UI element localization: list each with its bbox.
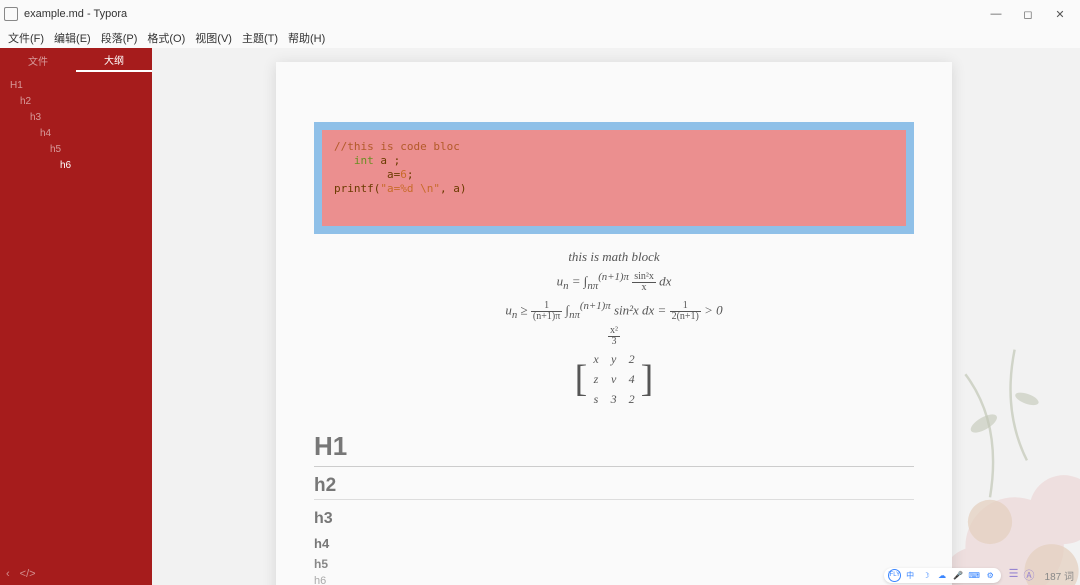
menubar: 文件(F) 编辑(E) 段落(P) 格式(O) 视图(V) 主题(T) 帮助(H… (0, 28, 1080, 48)
moon-icon[interactable]: ☽ (920, 569, 933, 582)
math-matrix: [ xy2 zv4 s32 ] (314, 349, 914, 409)
outline-panel: H1 h2 h3 h4 h5 h6 (0, 72, 152, 180)
ime-toolbar[interactable]: iFLY 中 ☽ ☁ 🎤 ⌨ ⚙ (884, 568, 1001, 583)
code-block[interactable]: //this is code bloc int a ; a=6; printf(… (314, 122, 914, 234)
back-icon[interactable]: ‹ (6, 568, 10, 580)
app-icon (4, 7, 18, 21)
keyboard-icon[interactable]: ⌨ (968, 569, 981, 582)
menu-edit[interactable]: 编辑(E) (50, 28, 95, 48)
titlebar: example.md - Typora — ◻ ✕ (0, 0, 1080, 28)
code-text: printf( (334, 182, 380, 195)
math-line-3: x²3 (314, 326, 914, 347)
editor-area[interactable]: //this is code bloc int a ; a=6; printf(… (152, 48, 1080, 585)
source-mode-icon[interactable]: </> (20, 568, 36, 580)
word-count[interactable]: 187 词 (1045, 568, 1074, 583)
window-title: example.md - Typora (24, 8, 127, 20)
maximize-button[interactable]: ◻ (1012, 0, 1044, 28)
ime-language-icon[interactable]: 中 (904, 569, 917, 582)
heading-h4[interactable]: h4 (314, 536, 914, 551)
code-string: "a=%d \n" (380, 182, 440, 195)
document-page: //this is code bloc int a ; a=6; printf(… (276, 62, 952, 585)
code-keyword: int (354, 154, 374, 167)
close-button[interactable]: ✕ (1044, 0, 1076, 28)
code-text: a ; (374, 154, 401, 167)
heading-h1[interactable]: H1 (314, 431, 914, 467)
outline-item-h2[interactable]: h2 (4, 94, 148, 110)
math-header: this is math block (314, 248, 914, 266)
outline-item-h6[interactable]: h6 (4, 158, 148, 174)
ime-logo-icon[interactable]: iFLY (888, 569, 901, 582)
math-line-2: un ≥ 1(n+1)π ∫nπ(n+1)π sin²x dx = 12(n+1… (314, 297, 914, 324)
code-number: 6 (400, 168, 407, 181)
menu-file[interactable]: 文件(F) (4, 28, 48, 48)
sidebar-tab-outline[interactable]: 大纲 (76, 48, 152, 72)
heading-h6[interactable]: h6 (314, 575, 914, 585)
menu-view[interactable]: 视图(V) (191, 28, 236, 48)
spellcheck-icon[interactable]: Ⓐ (1024, 567, 1035, 583)
math-line-1: un = ∫nπ(n+1)π sin²xx dx (314, 268, 914, 295)
outline-item-h5[interactable]: h5 (4, 142, 148, 158)
code-text: , a) (440, 182, 467, 195)
outline-item-h3[interactable]: h3 (4, 110, 148, 126)
heading-h3[interactable]: h3 (314, 510, 914, 528)
menu-format[interactable]: 格式(O) (143, 28, 189, 48)
menu-help[interactable]: 帮助(H) (284, 28, 329, 48)
sidebar: 文件 大纲 H1 h2 h3 h4 h5 h6 ‹ </> (0, 48, 152, 585)
menu-paragraph[interactable]: 段落(P) (97, 28, 142, 48)
code-text: a= (387, 168, 400, 181)
sidebar-toggle-icon[interactable]: ☰ (1009, 567, 1019, 583)
gear-icon[interactable]: ⚙ (984, 569, 997, 582)
heading-h5[interactable]: h5 (314, 557, 914, 571)
heading-h2[interactable]: h2 (314, 475, 914, 500)
mic-icon[interactable]: 🎤 (952, 569, 965, 582)
code-comment: //this is code bloc (334, 140, 460, 153)
cloud-icon[interactable]: ☁ (936, 569, 949, 582)
math-block[interactable]: this is math block un = ∫nπ(n+1)π sin²xx… (314, 248, 914, 409)
menu-theme[interactable]: 主题(T) (238, 28, 282, 48)
outline-item-h1[interactable]: H1 (4, 78, 148, 94)
outline-item-h4[interactable]: h4 (4, 126, 148, 142)
status-bar: iFLY 中 ☽ ☁ 🎤 ⌨ ⚙ ☰ Ⓐ 187 词 (884, 567, 1074, 583)
minimize-button[interactable]: — (980, 0, 1012, 28)
sidebar-tab-files[interactable]: 文件 (0, 48, 76, 72)
